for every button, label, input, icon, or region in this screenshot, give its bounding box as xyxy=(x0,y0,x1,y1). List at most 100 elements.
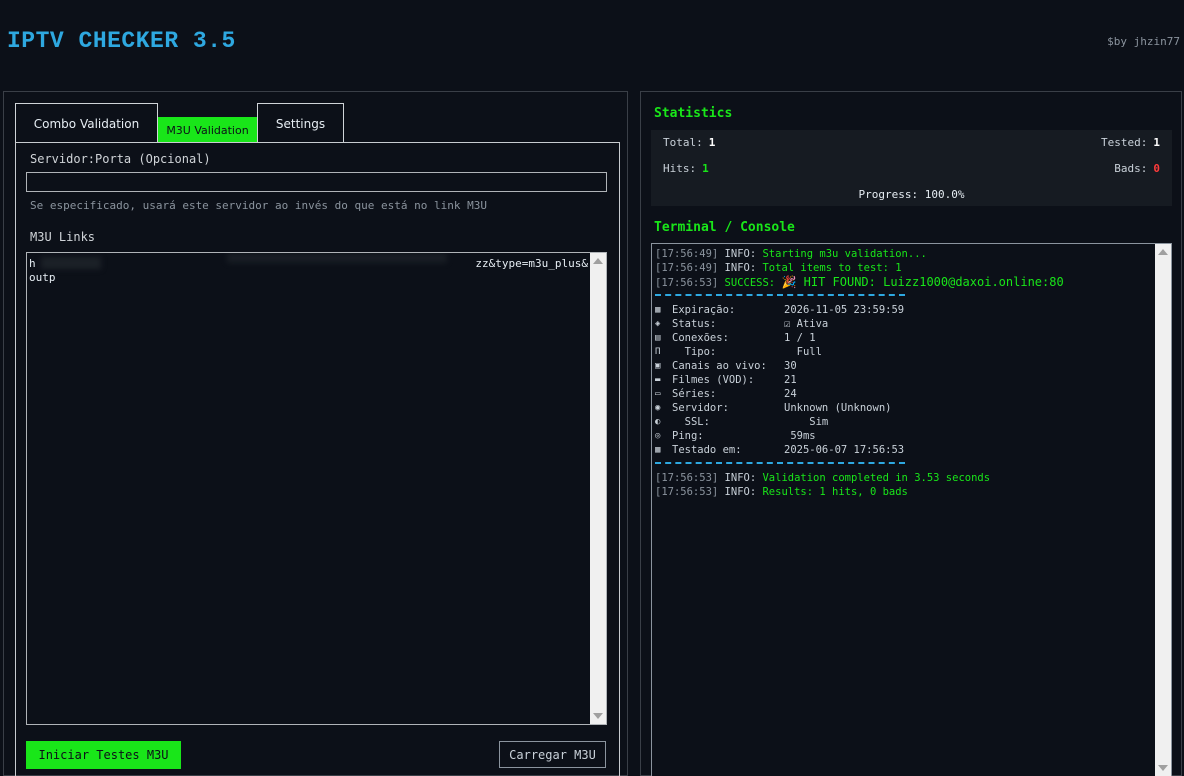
log-level: INFO: xyxy=(724,486,757,498)
console-scrollbar[interactable] xyxy=(1155,244,1171,776)
log-level: INFO: xyxy=(724,248,757,260)
detail-value: 24 xyxy=(784,388,797,400)
stat-hits: Hits: 1 xyxy=(663,162,709,175)
detail-icon: ▦ xyxy=(655,305,661,315)
stat-tested-value: 1 xyxy=(1153,136,1160,149)
console-line: [17:56:53] SUCCESS: 🎉 HIT FOUND: Luizz10… xyxy=(655,275,1064,289)
scroll-up-icon[interactable] xyxy=(593,258,603,264)
detail-row: ▤ Conexões: 1 / 1 xyxy=(655,331,1064,345)
detail-value: 2025-06-07 17:56:53 xyxy=(784,444,905,456)
log-timestamp: [17:56:53] xyxy=(655,486,719,498)
stat-tested-label: Tested: xyxy=(1101,136,1148,149)
detail-key: SSL: xyxy=(672,416,710,428)
detail-key: Expiração: xyxy=(672,304,736,316)
links-line-1-end: zz&type=m3u_plus& xyxy=(475,257,588,270)
log-level: SUCCESS: xyxy=(724,277,776,289)
redaction-mark xyxy=(227,253,447,263)
log-timestamp: [17:56:49] xyxy=(655,262,719,274)
stat-tested: Tested: 1 xyxy=(1101,136,1160,149)
stat-hits-label: Hits: xyxy=(663,162,697,175)
detail-value: 59ms xyxy=(784,430,816,442)
tab-m3u-validation[interactable]: M3U Validation xyxy=(158,117,257,143)
console-line: [17:56:49] INFO: Starting m3u validation… xyxy=(655,247,1064,261)
detail-key: Tipo: xyxy=(672,346,717,358)
console-separator xyxy=(655,294,905,296)
progress-label: Progress: xyxy=(858,188,919,201)
stat-hits-value: 1 xyxy=(702,162,709,175)
detail-value: Sim xyxy=(784,416,829,428)
load-m3u-button[interactable]: Carregar M3U xyxy=(499,741,606,768)
statistics-box: Total: 1 Tested: 1 Hits: 1 Bads: 0 Progress:… xyxy=(651,130,1172,206)
server-input[interactable] xyxy=(26,172,607,192)
progress-value: 100.0% xyxy=(924,188,965,201)
links-line-2: outp xyxy=(29,271,56,284)
detail-key: Filmes (VOD): xyxy=(672,374,755,386)
detail-value: ☑ Ativa xyxy=(784,318,829,330)
links-line-1: h xyxy=(29,257,36,270)
log-message: Results: 1 hits, 0 bads xyxy=(762,486,908,498)
detail-row: ▦ Testado em: 2025-06-07 17:56:53 xyxy=(655,443,1064,457)
detail-value: 21 xyxy=(784,374,797,386)
tab-combo-validation[interactable]: Combo Validation xyxy=(15,103,158,143)
log-level: INFO: xyxy=(724,262,757,274)
redaction-mark xyxy=(41,257,101,269)
scroll-down-icon[interactable] xyxy=(1158,765,1168,771)
detail-icon: ◎ xyxy=(655,431,661,441)
progress-readout: Progress: 100.0% xyxy=(651,188,1172,201)
detail-key: Séries: xyxy=(672,388,717,400)
detail-row: Π Tipo: Full xyxy=(655,345,1064,359)
server-label: Servidor:Porta (Opcional) xyxy=(30,152,211,166)
m3u-links-label: M3U Links xyxy=(30,230,96,244)
stat-bads-label: Bads: xyxy=(1114,162,1148,175)
detail-value: 1 / 1 xyxy=(784,332,816,344)
log-timestamp: [17:56:53] xyxy=(655,472,719,484)
detail-icon: ◈ xyxy=(655,319,661,329)
stat-total-value: 1 xyxy=(708,136,716,149)
start-tests-button[interactable]: Iniciar Testes M3U xyxy=(26,741,181,769)
log-level: INFO: xyxy=(724,472,757,484)
scroll-up-icon[interactable] xyxy=(1158,249,1168,255)
console-separator xyxy=(655,462,905,464)
server-hint: Se especificado, usará este servidor ao … xyxy=(30,199,487,212)
app-title: IPTV CHECKER 3.5 xyxy=(7,28,236,54)
tab-settings[interactable]: Settings xyxy=(257,103,344,143)
links-scrollbar[interactable] xyxy=(590,253,606,724)
stat-total: Total: 1 xyxy=(663,136,715,149)
console-title: Terminal / Console xyxy=(654,220,795,235)
console-line: [17:56:53] INFO: Validation completed in… xyxy=(655,471,1064,485)
detail-row: ◎ Ping: 59ms xyxy=(655,429,1064,443)
detail-icon: ▭ xyxy=(655,389,661,399)
log-timestamp: [17:56:53] xyxy=(655,277,719,289)
console-lines: [17:56:49] INFO: Starting m3u validation… xyxy=(655,247,1064,499)
detail-row: ◈ Status: ☑ Ativa xyxy=(655,317,1064,331)
console-output[interactable]: [17:56:49] INFO: Starting m3u validation… xyxy=(651,243,1172,776)
detail-key: Servidor: xyxy=(672,402,729,414)
detail-icon: ▬ xyxy=(655,375,661,385)
scroll-down-icon[interactable] xyxy=(593,713,603,719)
detail-row: ◐ SSL: Sim xyxy=(655,415,1064,429)
detail-key: Status: xyxy=(672,318,717,330)
detail-value: 2026-11-05 23:59:59 xyxy=(784,304,905,316)
log-message: Total items to test: 1 xyxy=(762,262,902,274)
detail-value: Unknown (Unknown) xyxy=(784,402,892,414)
detail-icon: ▣ xyxy=(655,361,661,371)
detail-value: Full xyxy=(784,346,822,358)
stat-total-label: Total: xyxy=(663,136,703,149)
author-label: $by jhzin77 xyxy=(1107,35,1180,48)
detail-icon: ▤ xyxy=(655,333,661,343)
left-panel: Combo Validation M3U Validation Settings… xyxy=(3,91,628,776)
stat-bads: Bads: 0 xyxy=(1114,162,1160,175)
console-line: [17:56:49] INFO: Total items to test: 1 xyxy=(655,261,1064,275)
detail-row: ▭ Séries: 24 xyxy=(655,387,1064,401)
detail-row: ▬ Filmes (VOD): 21 xyxy=(655,373,1064,387)
detail-key: Conexões: xyxy=(672,332,729,344)
detail-key: Ping: xyxy=(672,430,704,442)
log-message: Starting m3u validation... xyxy=(762,248,927,260)
m3u-links-textarea[interactable]: h zz&type=m3u_plus& outp xyxy=(26,252,607,725)
detail-row: ◉ Servidor: Unknown (Unknown) xyxy=(655,401,1064,415)
statistics-title: Statistics xyxy=(654,106,733,121)
detail-icon: Π xyxy=(655,347,661,357)
detail-key: Testado em: xyxy=(672,444,742,456)
detail-row: ▣ Canais ao vivo: 30 xyxy=(655,359,1064,373)
stat-bads-value: 0 xyxy=(1153,162,1160,175)
